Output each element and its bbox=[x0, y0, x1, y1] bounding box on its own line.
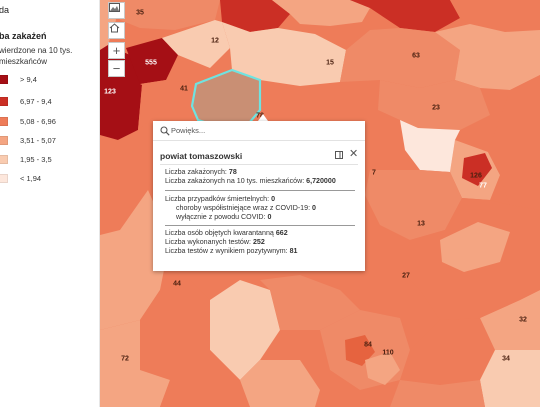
positive-tests-line: Liczba testów z wynikiem pozytywnym: 81 bbox=[165, 247, 297, 256]
legend-swatch bbox=[0, 96, 8, 106]
map-value-label: 27 bbox=[402, 272, 410, 280]
popup-zoom-to[interactable]: Powięks... bbox=[153, 121, 365, 141]
legend-class-label: 3,51 - 5,07 bbox=[20, 135, 56, 145]
legend-swatch bbox=[0, 116, 8, 126]
legend-class-3: 5,08 - 6,96 bbox=[0, 115, 56, 127]
map-value-label: 63 bbox=[412, 52, 420, 60]
map-value-label: 110 bbox=[382, 349, 394, 357]
search-icon bbox=[160, 126, 170, 136]
zoom-to-label: Powięks... bbox=[171, 126, 206, 135]
map-value-label: 44 bbox=[173, 280, 181, 288]
map-value-label: 12 bbox=[211, 37, 219, 45]
legend-panel: da ba zakażeń wierdzone na 10 tys. miesz… bbox=[0, 0, 100, 407]
map-value-label: 23 bbox=[432, 104, 440, 112]
map-value-label: 126 bbox=[470, 172, 482, 180]
map-value-label: 77 bbox=[479, 182, 487, 190]
tests-line: Liczba wykonanych testów: 252 bbox=[165, 238, 265, 247]
covid-only-label: wyłącznie z powodu COVID: bbox=[176, 213, 266, 221]
positive-tests-value: 81 bbox=[289, 247, 298, 255]
legend-class-5: 1,95 - 3,5 bbox=[0, 153, 52, 165]
legend-class-label: 6,97 - 9,4 bbox=[20, 96, 52, 106]
map-value-label: 123 bbox=[104, 88, 116, 96]
zoom-in-button[interactable]: + bbox=[108, 42, 125, 59]
deaths-line: Liczba przypadków śmiertelnych: 0 bbox=[165, 195, 275, 204]
popup-title: powiat tomaszowski bbox=[160, 151, 243, 161]
map-value-label: 84 bbox=[364, 341, 372, 349]
home-button[interactable] bbox=[108, 22, 125, 39]
feature-popup: Powięks... powiat tomaszowski ✕ Liczba z… bbox=[153, 121, 365, 271]
cases-label: Liczba zakażonych: bbox=[165, 168, 227, 176]
legend-class-label: 1,95 - 3,5 bbox=[20, 154, 52, 164]
legend-swatch bbox=[0, 135, 8, 145]
legend-swatch bbox=[0, 74, 8, 84]
legend-swatch bbox=[0, 173, 8, 183]
quarantine-line: Liczba osób objętych kwarantanną 662 bbox=[165, 229, 288, 238]
legend-header: da bbox=[0, 5, 10, 15]
comorbid-label: choroby współistniejące wraz z COVID-19: bbox=[176, 204, 311, 212]
per10k-value: 6,720000 bbox=[306, 177, 336, 185]
legend-class-4: 3,51 - 5,07 bbox=[0, 134, 56, 146]
legend-class-1: > 9,4 bbox=[0, 73, 37, 85]
comorbid-value: 0 bbox=[312, 204, 316, 212]
basemap-gallery-button[interactable] bbox=[108, 2, 125, 19]
covid-only-value: 0 bbox=[267, 213, 272, 221]
quarantine-label: Liczba osób objętych kwarantanną bbox=[165, 229, 274, 237]
cases-line: Liczba zakażonych: 78 bbox=[165, 168, 237, 177]
legend-class-label: > 9,4 bbox=[20, 74, 37, 84]
legend-layer-title: ba zakażeń bbox=[0, 31, 47, 41]
map-value-label: 41 bbox=[180, 85, 188, 93]
legend-class-label: < 1,94 bbox=[20, 173, 42, 183]
legend-subtitle-line2: mieszkańców bbox=[0, 57, 48, 66]
comorbid-line: choroby współistniejące wraz z COVID-19:… bbox=[176, 204, 316, 213]
map-value-label: 34 bbox=[502, 355, 510, 363]
map-value-label: 32 bbox=[519, 316, 527, 324]
quarantine-value: 662 bbox=[275, 229, 288, 237]
tests-label: Liczba wykonanych testów: bbox=[165, 238, 251, 246]
legend-swatch bbox=[0, 154, 8, 164]
deaths-value: 0 bbox=[271, 195, 276, 203]
tests-value: 252 bbox=[252, 238, 265, 246]
per10k-label: Liczba zakażonych na 10 tys. mieszkańców… bbox=[165, 177, 305, 185]
basemap-icon bbox=[109, 3, 120, 12]
cases-value: 78 bbox=[228, 168, 237, 176]
positive-tests-label: Liczba testów z wynikiem pozytywnym: bbox=[165, 247, 288, 255]
map-value-label: 7 bbox=[372, 169, 376, 177]
home-icon bbox=[109, 23, 120, 33]
covid-only-line: wyłącznie z powodu COVID: 0 bbox=[176, 213, 271, 222]
legend-class-2: 6,97 - 9,4 bbox=[0, 95, 52, 107]
legend-subtitle: wierdzone na 10 tys. mieszkańców bbox=[0, 45, 99, 67]
popup-divider bbox=[160, 164, 358, 165]
map-value-label: 72 bbox=[121, 355, 129, 363]
map-value-label: 35 bbox=[136, 9, 144, 17]
legend-class-label: 5,08 - 6,96 bbox=[20, 116, 56, 126]
legend-class-6: < 1,94 bbox=[0, 172, 41, 184]
per10k-line: Liczba zakażonych na 10 tys. mieszkańców… bbox=[165, 177, 336, 186]
dock-icon[interactable] bbox=[335, 151, 343, 159]
popup-pointer bbox=[258, 114, 268, 121]
deaths-label: Liczba przypadków śmiertelnych: bbox=[165, 195, 270, 203]
map-value-label: 555 bbox=[145, 59, 157, 67]
close-icon[interactable]: ✕ bbox=[349, 149, 358, 160]
separator-1 bbox=[165, 190, 355, 191]
separator-2 bbox=[165, 225, 355, 226]
zoom-out-button[interactable]: − bbox=[108, 60, 125, 77]
map-value-label: 13 bbox=[417, 220, 425, 228]
legend-subtitle-line1: wierdzone na 10 tys. bbox=[0, 46, 73, 55]
map-value-label: 15 bbox=[326, 59, 334, 67]
